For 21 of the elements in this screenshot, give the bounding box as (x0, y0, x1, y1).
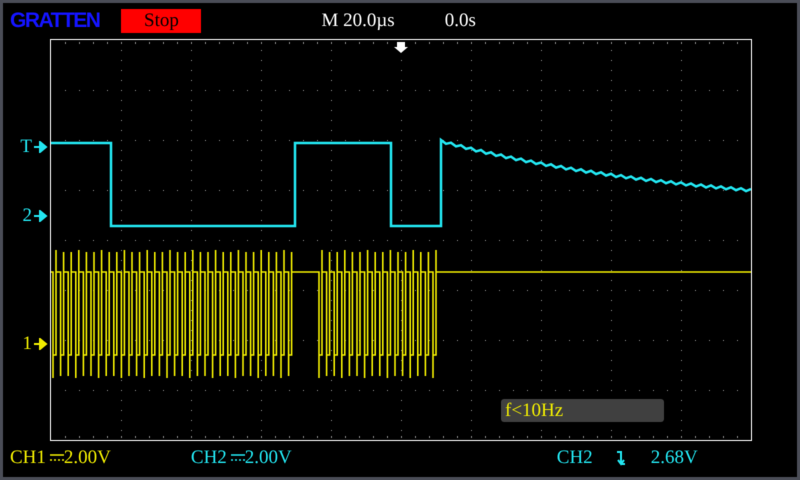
arrow-icon (34, 141, 48, 153)
volts-per-division: 2.00V (64, 447, 111, 469)
arrow-icon (34, 210, 48, 222)
volts-per-division: 2.00V (244, 447, 292, 469)
trigger-source: CH2 (556, 447, 593, 469)
dc-coupling-icon (230, 453, 245, 463)
channel-name: CH2 (190, 447, 227, 469)
timebase-readout: M 20.0µs (321, 10, 395, 32)
trigger-position-icon (394, 42, 408, 53)
channel-name: CH1 (10, 447, 46, 469)
run-state-indicator: Stop (121, 9, 202, 33)
arrow-icon (34, 338, 48, 350)
dc-coupling-icon (50, 453, 64, 463)
trigger-level-marker: T (20, 137, 32, 157)
channel-marker: 2 (22, 206, 32, 226)
frequency-readout: f<10Hz (501, 399, 664, 422)
brand-logo: GRATTEN (10, 8, 100, 34)
trigger-level: 2.68V (650, 447, 698, 469)
trigger-position-readout: 0.0s (444, 10, 476, 32)
channel-marker: 1 (22, 334, 32, 354)
falling-edge-icon (614, 450, 627, 466)
